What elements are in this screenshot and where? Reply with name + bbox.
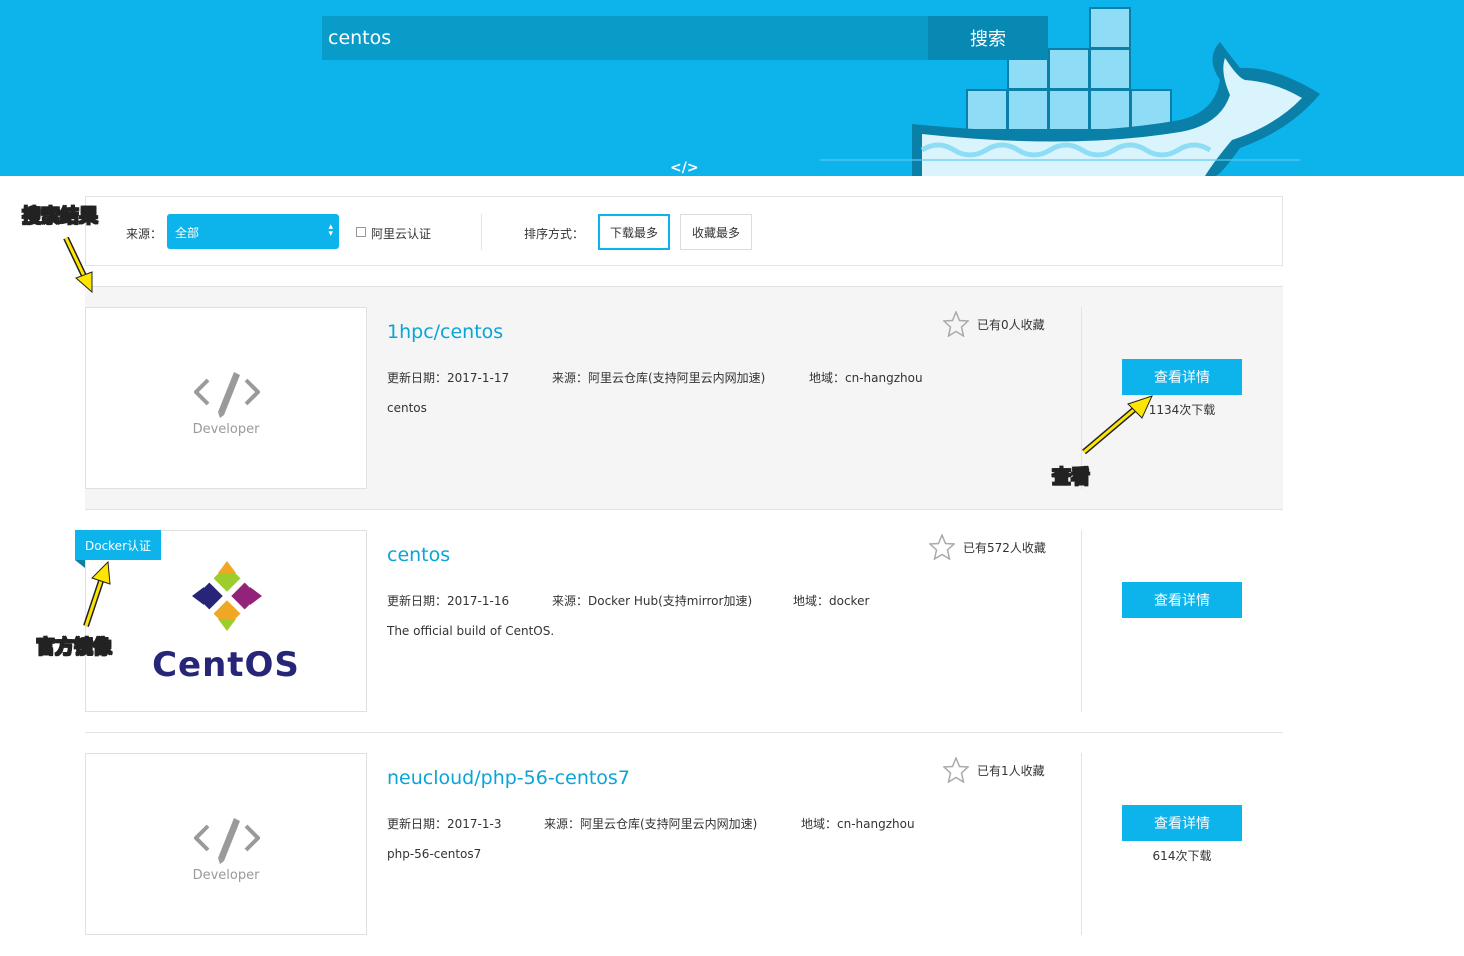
favorite-count-label: 已有572人收藏 [963, 540, 1046, 555]
search-input[interactable] [322, 16, 928, 60]
result-card: CentOS Docker认证 centos 已有572人收藏 更新日期：201… [75, 510, 1283, 733]
image-description: php-56-centos7 [387, 847, 482, 861]
star-icon[interactable] [943, 757, 969, 783]
update-date: 更新日期：2017-1-16 [387, 594, 510, 608]
view-details-button[interactable]: 查看详情 [1122, 359, 1242, 395]
image-source: 来源：Docker Hub(支持mirror加速) [552, 594, 753, 608]
image-thumbnail: Developer [85, 753, 367, 935]
divider [1081, 530, 1082, 712]
star-icon[interactable] [929, 534, 955, 560]
centos-logo-text: CentOS [152, 645, 300, 685]
image-name-link[interactable]: 1hpc/centos [387, 321, 503, 343]
favorite-count[interactable]: 已有572人收藏 [929, 534, 1046, 560]
thumbnail-label: Developer [192, 422, 260, 437]
code-logo-icon: </> [670, 160, 699, 176]
annotation-view: 查看 [1051, 466, 1091, 489]
annotation-search-results: 搜索结果 [21, 205, 99, 228]
sort-most-favorites-button[interactable]: 收藏最多 [680, 214, 752, 250]
aliyun-cert-label: 阿里云认证 [371, 227, 432, 241]
update-date: 更新日期：2017-1-17 [387, 371, 510, 385]
image-thumbnail: Developer [85, 307, 367, 489]
star-icon[interactable] [943, 311, 969, 337]
download-count: 1134次下载 [1148, 403, 1216, 417]
image-description: The official build of CentOS. [387, 624, 555, 638]
source-select[interactable]: 全部 ▴ ▾ [167, 214, 339, 249]
source-select-value: 全部 [175, 226, 200, 240]
aliyun-cert-checkbox[interactable] [356, 227, 366, 237]
result-card: Developer 1hpc/centos 已有0人收藏 更新日期：2017-1… [85, 287, 1283, 510]
annotation-official-image: 官方镜像 [35, 636, 113, 659]
thumbnail-label: Developer [192, 868, 260, 883]
image-source: 来源：阿里云仓库(支持阿里云内网加速) [552, 371, 766, 385]
download-count: 614次下载 [1152, 849, 1212, 863]
docker-certified-badge: Docker认证 [75, 530, 161, 560]
image-region: 地域：docker [793, 594, 870, 608]
favorite-count[interactable]: 已有1人收藏 [943, 757, 1045, 783]
image-region: 地域：cn-hangzhou [809, 371, 923, 385]
image-region: 地域：cn-hangzhou [801, 817, 915, 831]
developer-code-icon [194, 818, 260, 864]
badge-fold [75, 560, 85, 568]
divider [1081, 753, 1082, 935]
favorite-count[interactable]: 已有0人收藏 [943, 311, 1045, 337]
favorite-count-label: 已有1人收藏 [977, 763, 1045, 778]
developer-code-icon [194, 372, 260, 418]
filter-bar: 来源： 全部 ▴ ▾ 阿里云认证 排序方式： 下载最多 收藏最多 [85, 196, 1283, 266]
divider [481, 214, 482, 250]
search-button[interactable]: 搜索 [928, 16, 1048, 60]
search-bar: 搜索 [322, 16, 1048, 60]
source-label: 来源： [126, 227, 163, 241]
header-banner: 搜索 </> [0, 0, 1464, 176]
image-name-link[interactable]: centos [387, 544, 450, 566]
result-card: Developer neucloud/php-56-centos7 已有1人收藏… [85, 733, 1283, 956]
image-source: 来源：阿里云仓库(支持阿里云内网加速) [544, 817, 758, 831]
update-date: 更新日期：2017-1-3 [387, 817, 502, 831]
select-arrows-icon: ▴ ▾ [328, 222, 333, 239]
sort-most-downloads-button[interactable]: 下载最多 [598, 214, 670, 250]
view-details-button[interactable]: 查看详情 [1122, 805, 1242, 841]
centos-logo-icon [192, 561, 262, 631]
sort-label: 排序方式： [524, 227, 585, 241]
image-name-link[interactable]: neucloud/php-56-centos7 [387, 767, 630, 789]
view-details-button[interactable]: 查看详情 [1122, 582, 1242, 618]
favorite-count-label: 已有0人收藏 [977, 317, 1045, 332]
image-description: centos [387, 401, 427, 415]
